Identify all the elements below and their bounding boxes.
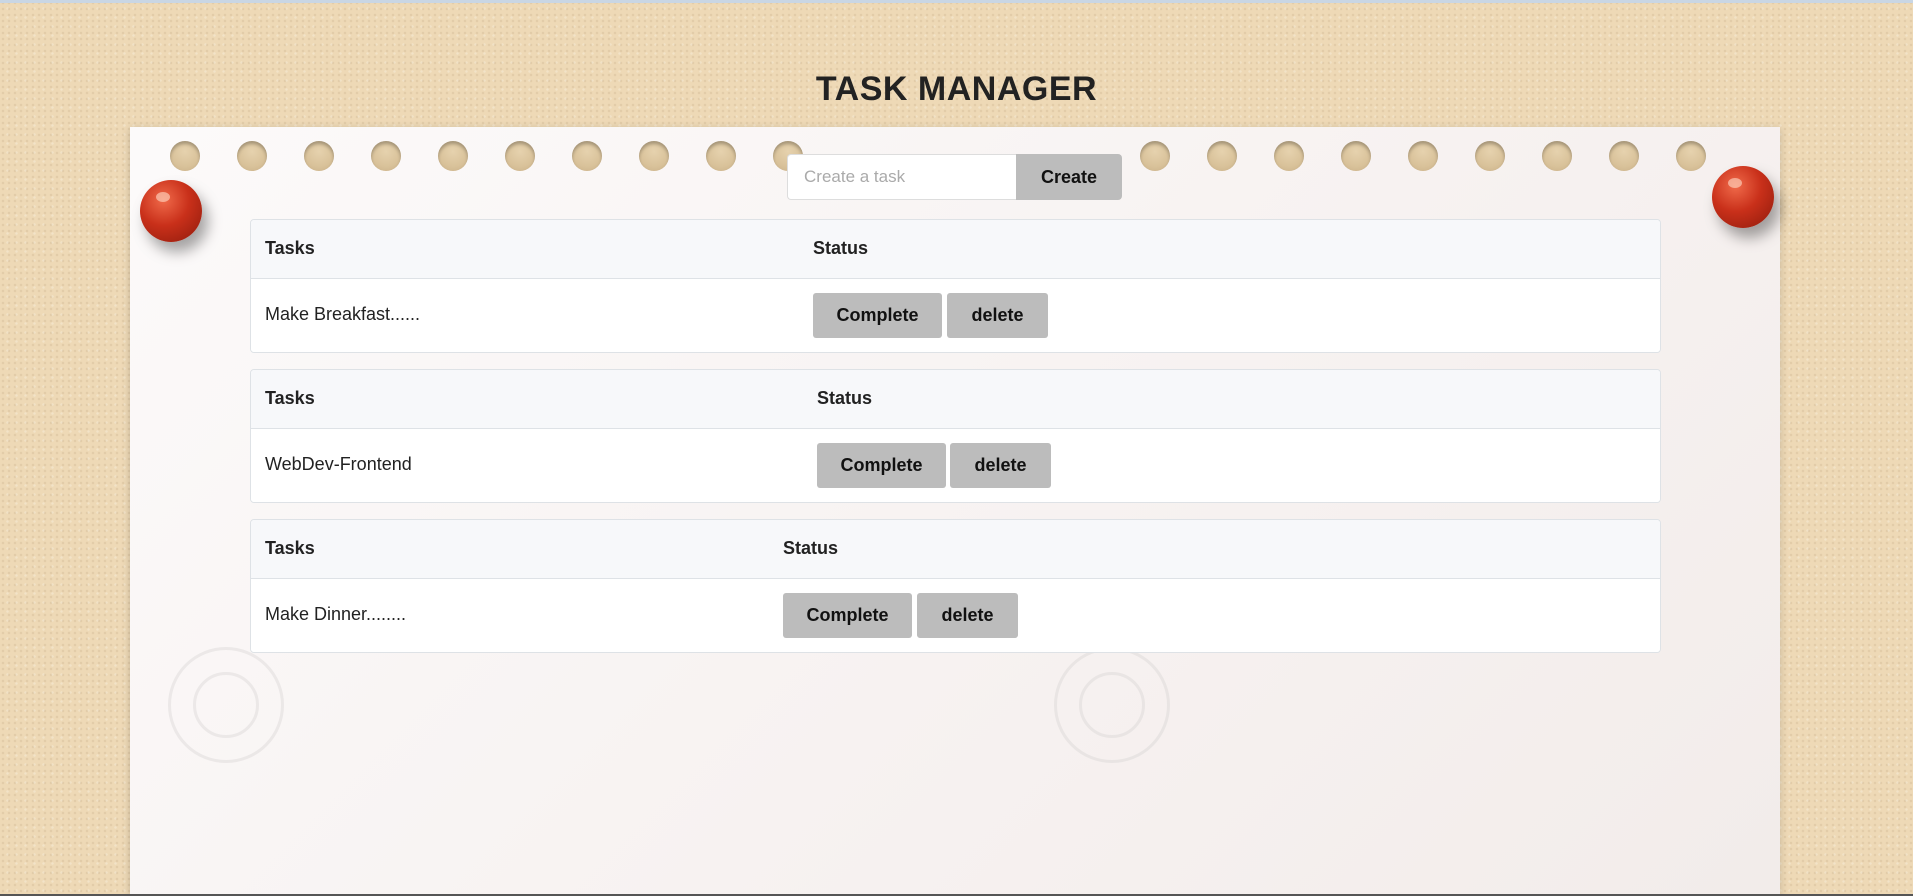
punch-hole xyxy=(1542,141,1572,171)
punch-hole xyxy=(1274,141,1304,171)
delete-button[interactable]: delete xyxy=(947,293,1048,338)
punch-hole xyxy=(1140,141,1170,171)
window-top-border xyxy=(0,0,1913,3)
punch-hole xyxy=(1207,141,1237,171)
punch-hole xyxy=(639,141,669,171)
table-header-row: Tasks Status xyxy=(251,370,1660,429)
task-name: Make Breakfast...... xyxy=(265,304,421,324)
watermark-spiral-icon xyxy=(168,647,284,763)
punch-hole xyxy=(371,141,401,171)
table-row: Make Dinner........ Complete delete xyxy=(251,579,1660,652)
table-header-row: Tasks Status xyxy=(251,220,1660,279)
punch-hole xyxy=(1609,141,1639,171)
task-table: Tasks Status Make Dinner........ Complet… xyxy=(250,519,1661,653)
column-header-tasks: Tasks xyxy=(265,538,315,558)
punch-hole xyxy=(505,141,535,171)
punch-hole xyxy=(572,141,602,171)
column-header-status: Status xyxy=(817,388,873,408)
punch-hole xyxy=(1341,141,1371,171)
watermark-spiral-icon xyxy=(1054,647,1170,763)
task-table: Tasks Status Make Breakfast...... Comple… xyxy=(250,219,1661,353)
create-task-input[interactable] xyxy=(787,154,1016,200)
punch-hole xyxy=(1408,141,1438,171)
complete-button[interactable]: Complete xyxy=(783,593,912,638)
task-name: Make Dinner........ xyxy=(265,604,407,624)
task-table: Tasks Status WebDev-Frontend Complete de… xyxy=(250,369,1661,503)
complete-button[interactable]: Complete xyxy=(813,293,942,338)
pushpin-icon xyxy=(140,180,202,242)
table-row: Make Breakfast...... Complete delete xyxy=(251,279,1660,352)
column-header-tasks: Tasks xyxy=(265,388,315,408)
punch-hole xyxy=(170,141,200,171)
complete-button[interactable]: Complete xyxy=(817,443,946,488)
create-button[interactable]: Create xyxy=(1016,154,1122,200)
delete-button[interactable]: delete xyxy=(950,443,1051,488)
punch-hole xyxy=(1676,141,1706,171)
table-row: WebDev-Frontend Complete delete xyxy=(251,429,1660,502)
punch-hole xyxy=(438,141,468,171)
create-task-form: Create xyxy=(787,154,1122,200)
page-title: TASK MANAGER xyxy=(815,70,1098,108)
column-header-status: Status xyxy=(783,538,839,558)
punch-hole xyxy=(1475,141,1505,171)
table-header-row: Tasks Status xyxy=(251,520,1660,579)
pushpin-icon xyxy=(1712,166,1774,228)
punch-hole xyxy=(706,141,736,171)
punch-hole xyxy=(304,141,334,171)
punch-hole xyxy=(237,141,267,171)
column-header-tasks: Tasks xyxy=(265,238,315,258)
column-header-status: Status xyxy=(813,238,869,258)
task-name: WebDev-Frontend xyxy=(265,454,412,474)
delete-button[interactable]: delete xyxy=(917,593,1018,638)
